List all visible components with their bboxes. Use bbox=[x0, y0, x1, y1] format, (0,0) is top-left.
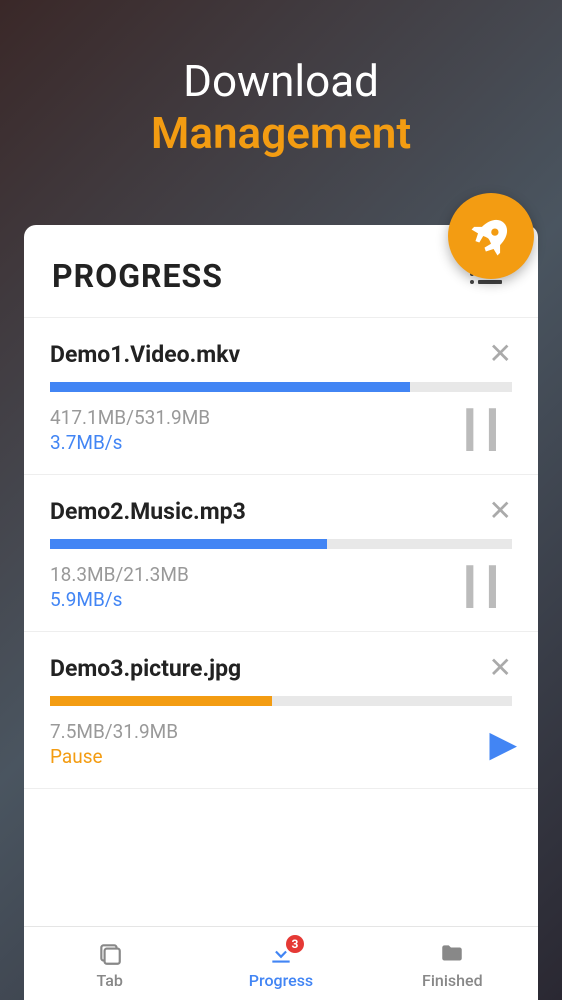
download-icon: 3 bbox=[268, 941, 294, 967]
nav-label: Progress bbox=[249, 971, 313, 990]
download-item: Demo2.Music.mp3 ✕ 18.3MB/21.3MB 5.9MB/s … bbox=[24, 475, 538, 632]
play-icon[interactable]: ▶ bbox=[489, 723, 512, 765]
progress-bar bbox=[50, 696, 512, 706]
promo-header: Download Management bbox=[0, 0, 562, 159]
progress-bar bbox=[50, 539, 512, 549]
progress-card: PROGRESS Demo1.Video.mkv ✕ 417.1MB/531.9… bbox=[24, 225, 538, 1000]
download-stats: 7.5MB/31.9MB Pause bbox=[50, 720, 178, 768]
boost-button[interactable] bbox=[448, 193, 534, 279]
nav-label: Finished bbox=[422, 971, 483, 990]
filename: Demo1.Video.mkv bbox=[50, 341, 240, 368]
card-title: PROGRESS bbox=[52, 257, 223, 295]
speed-text: 3.7MB/s bbox=[50, 431, 210, 454]
bottom-nav: Tab 3 Progress Finished bbox=[24, 926, 538, 1000]
tabs-icon bbox=[97, 941, 123, 967]
status-text: Pause bbox=[50, 745, 178, 768]
download-item: Demo1.Video.mkv ✕ 417.1MB/531.9MB 3.7MB/… bbox=[24, 318, 538, 475]
nav-progress[interactable]: 3 Progress bbox=[195, 927, 366, 1000]
pause-icon[interactable]: ▎▎ bbox=[467, 409, 512, 451]
size-text: 18.3MB/21.3MB bbox=[50, 563, 189, 586]
download-item: Demo3.picture.jpg ✕ 7.5MB/31.9MB Pause ▶ bbox=[24, 632, 538, 789]
progress-fill bbox=[50, 382, 410, 392]
filename: Demo2.Music.mp3 bbox=[50, 498, 246, 525]
download-stats: 18.3MB/21.3MB 5.9MB/s bbox=[50, 563, 189, 611]
progress-badge: 3 bbox=[286, 935, 304, 953]
nav-label: Tab bbox=[97, 971, 123, 990]
progress-fill bbox=[50, 539, 327, 549]
header-line2: Management bbox=[0, 107, 562, 159]
download-stats: 417.1MB/531.9MB 3.7MB/s bbox=[50, 406, 210, 454]
header-line1: Download bbox=[0, 55, 562, 107]
speed-text: 5.9MB/s bbox=[50, 588, 189, 611]
rocket-icon bbox=[469, 214, 513, 258]
folder-icon bbox=[439, 941, 465, 967]
progress-fill bbox=[50, 696, 272, 706]
progress-bar bbox=[50, 382, 512, 392]
filename: Demo3.picture.jpg bbox=[50, 655, 241, 682]
close-icon[interactable]: ✕ bbox=[489, 497, 512, 525]
nav-finished[interactable]: Finished bbox=[367, 927, 538, 1000]
close-icon[interactable]: ✕ bbox=[489, 654, 512, 682]
size-text: 7.5MB/31.9MB bbox=[50, 720, 178, 743]
close-icon[interactable]: ✕ bbox=[489, 340, 512, 368]
size-text: 417.1MB/531.9MB bbox=[50, 406, 210, 429]
pause-icon[interactable]: ▎▎ bbox=[467, 566, 512, 608]
downloads-list: Demo1.Video.mkv ✕ 417.1MB/531.9MB 3.7MB/… bbox=[24, 318, 538, 926]
nav-tab[interactable]: Tab bbox=[24, 927, 195, 1000]
